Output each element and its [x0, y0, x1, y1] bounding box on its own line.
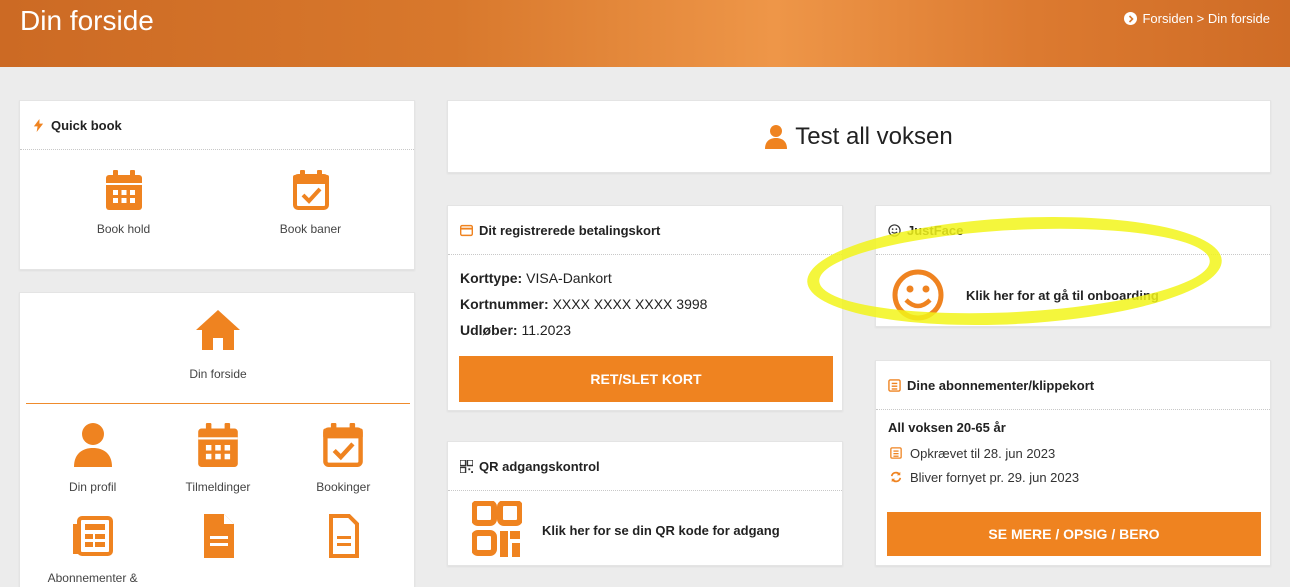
document-outline-icon — [329, 514, 360, 558]
qr-title: QR adgangskontrol — [479, 458, 600, 474]
page-header: Din forside Forsiden > Din forside — [0, 0, 1290, 67]
calendar-check-icon — [292, 170, 329, 210]
smiley-icon — [888, 223, 901, 237]
charged-until-text: Opkrævet til 28. jun 2023 — [910, 445, 1056, 461]
document-outline-button[interactable] — [288, 514, 398, 585]
din-forside-label: Din forside — [189, 367, 247, 381]
credit-card-icon — [460, 224, 473, 236]
bolt-icon — [33, 118, 44, 132]
quick-book-card: Quick book Book hold Book baner — [19, 100, 415, 270]
payment-title: Dit registrerede betalingskort — [479, 222, 661, 238]
breadcrumb-text[interactable]: Forsiden > Din forside — [1142, 11, 1270, 26]
qr-code-large-icon — [472, 501, 522, 557]
document-icon — [203, 514, 234, 558]
list-icon — [888, 378, 901, 392]
smiley-large-icon — [892, 269, 944, 321]
bookinger-label: Bookinger — [316, 480, 371, 494]
tilmeldinger-button[interactable]: Tilmeldinger — [163, 423, 273, 494]
menu-divider — [26, 403, 410, 404]
justface-card: JustFace Klik her for at gå til onboardi… — [875, 205, 1271, 327]
subscriptions-header: Dine abonnementer/klippekort — [876, 361, 1270, 410]
see-more-cancel-pause-button[interactable]: SE MERE / OPSIG / BERO — [887, 512, 1261, 556]
qr-code-icon — [460, 459, 473, 473]
justface-header: JustFace — [876, 206, 1270, 255]
book-baner-button[interactable]: Book baner — [236, 170, 386, 236]
book-hold-button[interactable]: Book hold — [49, 170, 199, 236]
onboarding-link[interactable]: Klik her for at gå til onboarding — [876, 255, 1270, 321]
subscriptions-title: Dine abonnementer/klippekort — [907, 377, 1095, 393]
calendar-check-icon — [323, 423, 364, 467]
edit-delete-card-button[interactable]: RET/SLET KORT — [459, 356, 833, 402]
chevron-right-circle-icon — [1124, 12, 1138, 25]
user-name-card: Test all voksen — [447, 100, 1271, 173]
din-profil-button[interactable]: Din profil — [38, 423, 148, 494]
abonnementer-label: Abonnementer & — [47, 571, 138, 585]
payment-card: Dit registrerede betalingskort Korttype:… — [447, 205, 843, 411]
card-expiry-value: 11.2023 — [521, 322, 572, 338]
qr-access-card: QR adgangskontrol Klik her for se din QR… — [447, 441, 843, 566]
onboarding-link-text[interactable]: Klik her for at gå til onboarding — [966, 288, 1159, 303]
card-type-value: VISA-Dankort — [526, 270, 612, 286]
card-number-row: Kortnummer: XXXX XXXX XXXX 3998 — [460, 296, 708, 312]
card-expiry-row: Udløber: 11.2023 — [460, 322, 572, 338]
list-icon — [890, 447, 902, 459]
subscription-plan: All voksen 20-65 år — [888, 420, 1006, 435]
tilmeldinger-label: Tilmeldinger — [185, 480, 251, 494]
page-title: Din forside — [20, 5, 154, 36]
bookinger-button[interactable]: Bookinger — [288, 423, 398, 494]
charged-until-row: Opkrævet til 28. jun 2023 — [888, 441, 1258, 465]
user-name: Test all voksen — [795, 122, 953, 150]
user-icon — [765, 124, 788, 149]
book-hold-label: Book hold — [96, 222, 151, 236]
payment-header: Dit registrerede betalingskort — [448, 206, 842, 255]
card-number-value: XXXX XXXX XXXX 3998 — [552, 296, 708, 312]
abonnementer-button[interactable]: Abonnementer & — [38, 514, 148, 585]
renewal-text: Bliver fornyet pr. 29. jun 2023 — [910, 469, 1080, 485]
qr-link-text[interactable]: Klik her for se din QR kode for adgang — [542, 523, 780, 538]
din-profil-label: Din profil — [68, 480, 117, 494]
document-button[interactable] — [163, 514, 273, 585]
qr-link[interactable]: Klik her for se din QR kode for adgang — [448, 491, 842, 559]
breadcrumb[interactable]: Forsiden > Din forside — [1124, 11, 1270, 26]
quick-book-title: Quick book — [51, 117, 122, 133]
qr-header: QR adgangskontrol — [448, 442, 842, 491]
list-icon — [72, 516, 113, 556]
refresh-icon — [890, 471, 902, 483]
calendar-grid-icon — [198, 423, 238, 467]
user-icon — [73, 423, 112, 467]
home-icon — [196, 310, 240, 350]
justface-title: JustFace — [907, 222, 964, 238]
card-type-row: Korttype: VISA-Dankort — [460, 270, 612, 286]
subscriptions-card: Dine abonnementer/klippekort All voksen … — [875, 360, 1271, 566]
book-baner-label: Book baner — [279, 222, 342, 236]
renewal-row: Bliver fornyet pr. 29. jun 2023 — [888, 465, 1258, 489]
din-forside-button[interactable]: Din forside — [20, 308, 416, 381]
quick-book-header: Quick book — [20, 101, 414, 150]
navigation-card: Din forside Din profil Tilmeldinger Book… — [19, 292, 415, 587]
calendar-grid-icon — [105, 170, 142, 210]
